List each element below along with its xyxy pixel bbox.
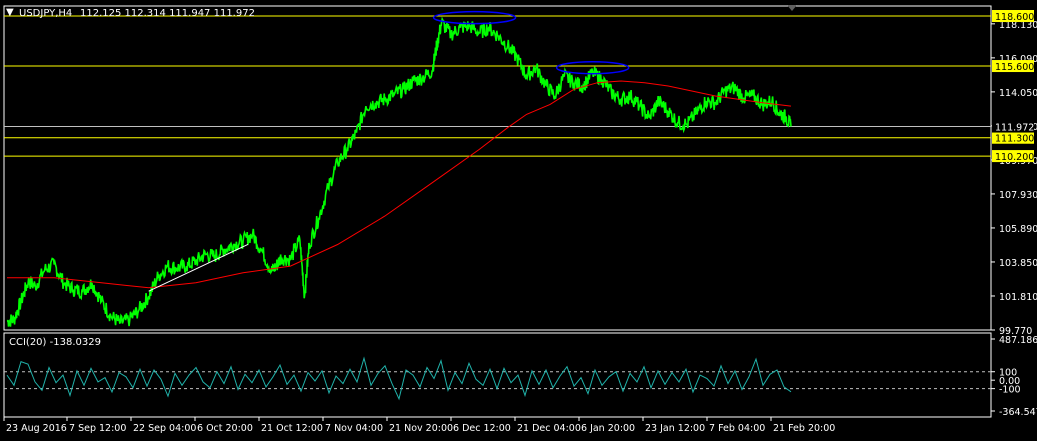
price-line: [6, 16, 792, 327]
cci-line: [6, 356, 792, 401]
cci-tick-label: 487.1863: [999, 335, 1037, 346]
price-tick-label: 107.930: [999, 190, 1037, 201]
time-tick-label: 7 Nov 04:00: [325, 423, 383, 434]
price-panel-frame: [3, 5, 992, 331]
time-tick-label: 21 Feb 20:00: [773, 423, 835, 434]
cci-tick-label: -364.5479: [999, 407, 1037, 418]
price-tick-label: 105.890: [999, 224, 1037, 235]
time-tick-label: 23 Aug 2016: [6, 423, 67, 434]
level-label: 111.300: [995, 134, 1034, 145]
time-tick-label: 21 Oct 12:00: [261, 423, 323, 434]
time-tick-label: 21 Dec 04:00: [517, 423, 581, 434]
cci-panel: 487.18631000.00-100-364.5479: [3, 332, 1037, 418]
top-ellipse[interactable]: [432, 10, 517, 25]
time-axis: 23 Aug 2016 7 Sep 12:00 22 Sep 04:00 6 Oct …: [3, 417, 835, 434]
time-tick-label: 7 Feb 04:00: [709, 423, 765, 434]
current-price-label: 111.972: [995, 123, 1034, 134]
cci-label: CCI(20) -138.0329: [9, 337, 101, 348]
time-tick-label: 6 Jan 20:00: [581, 423, 635, 434]
chart-canvas: 118.130116.090114.050112.010109.970107.9…: [3, 5, 1037, 434]
time-tick-label: 23 Jan 12:00: [645, 423, 705, 434]
price-tick-label: 114.050: [999, 88, 1037, 99]
ohlc-readout: 112.125 112.314 111.947 111.972: [80, 8, 255, 19]
price-tick-label: 101.810: [999, 292, 1037, 303]
menu-dropdown-icon[interactable]: ▼: [6, 7, 14, 18]
price-tick-label: 103.850: [999, 258, 1037, 269]
shift-marker-icon[interactable]: [787, 5, 797, 11]
trendline[interactable]: [148, 244, 249, 292]
time-tick-label: 6 Dec 12:00: [453, 423, 511, 434]
time-tick-label: 22 Sep 04:00: [133, 423, 196, 434]
level-label: 115.600: [995, 62, 1034, 73]
price-panel: 118.130116.090114.050112.010109.970107.9…: [3, 5, 1037, 337]
time-tick-label: 7 Sep 12:00: [69, 423, 126, 434]
time-tick-label: 6 Oct 20:00: [197, 423, 253, 434]
level-label: 110.200: [995, 152, 1034, 163]
cci-tick-label: -100: [999, 385, 1021, 396]
time-tick-label: 21 Nov 20:00: [389, 423, 453, 434]
symbol-label: USDJPY,H4: [19, 8, 72, 19]
level-label: 118.600: [995, 12, 1034, 23]
moving-average-line: [7, 80, 792, 289]
